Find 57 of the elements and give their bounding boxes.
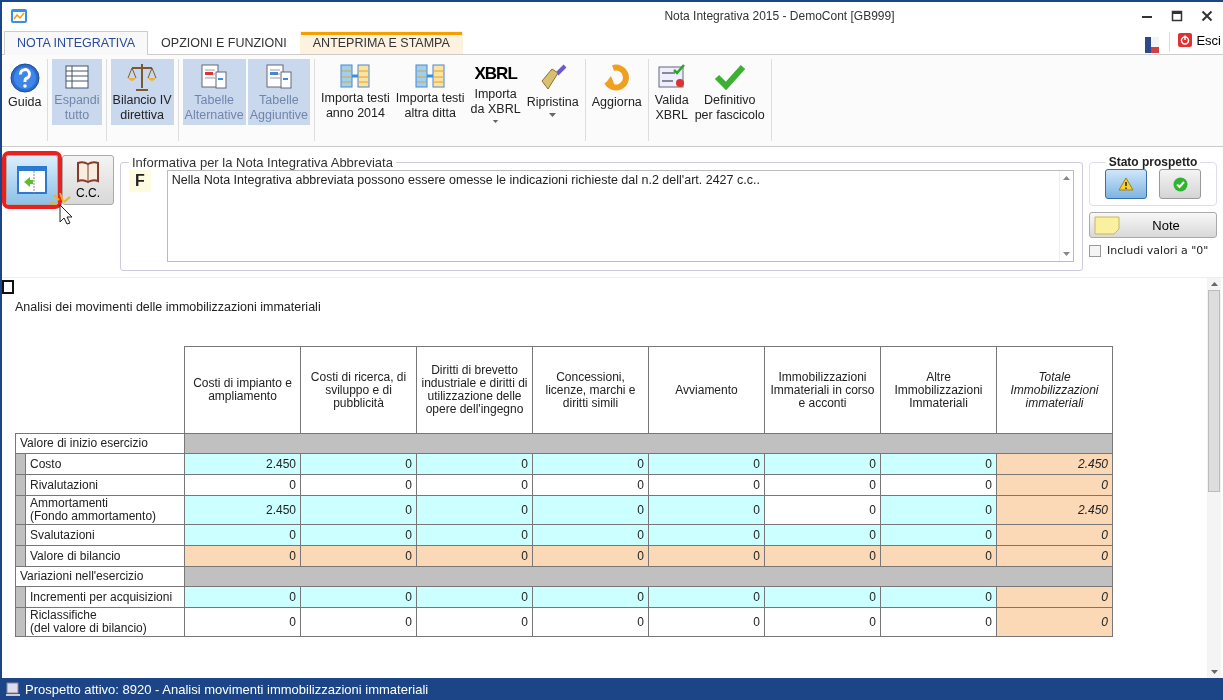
row-label: Svalutazioni: [25, 524, 185, 546]
panel-button[interactable]: C.C.: [62, 155, 114, 205]
row-label: Riclassifiche (del valore di bilancio): [25, 607, 185, 637]
table-cell[interactable]: 2.450: [184, 495, 301, 525]
text-area[interactable]: Nella Nota Integrativa abbreviata possono essere omesse le indicazioni richieste dal n.2 dell'art. 2427 c.c..: [166, 170, 1074, 262]
ribbon-tab[interactable]: OPZIONI E FUNZIONI: [148, 31, 300, 54]
table-cell[interactable]: 0: [300, 495, 417, 525]
row-label: Ammortamenti (Fondo ammortamento): [25, 495, 185, 525]
exit-button[interactable]: Esci: [1178, 32, 1223, 52]
table-cell[interactable]: 0: [764, 607, 881, 637]
column-header: Costi di impianto e ampliamento: [184, 346, 301, 434]
row-label: Valore di bilancio: [25, 545, 185, 567]
table-cell[interactable]: 0: [648, 495, 765, 525]
ribbon-button[interactable]: Importa testi anno 2014: [319, 59, 392, 125]
column-header: Costi di ricerca, di sviluppo e di pubblicità: [300, 346, 417, 434]
table-cell[interactable]: 0: [532, 495, 649, 525]
table-cell[interactable]: 0: [184, 607, 301, 637]
table-cell[interactable]: 0: [764, 495, 881, 525]
row-label: Rivalutazioni: [25, 474, 185, 496]
table-cell[interactable]: 0: [996, 607, 1113, 637]
checkbox-label: Includi valori a "0": [1107, 244, 1209, 257]
table-caption: Analisi dei movimenti delle immobilizzazioni immateriali: [15, 300, 322, 316]
group-legend: Stato prospetto: [1105, 155, 1201, 169]
table-cell[interactable]: 2.450: [996, 495, 1113, 525]
table-cell[interactable]: 0: [532, 607, 649, 637]
ribbon-button[interactable]: XBRL Importa da XBRL: [468, 59, 523, 125]
table-cell[interactable]: 0: [416, 607, 533, 637]
table-cell[interactable]: 0: [880, 495, 997, 525]
column-header: Immobilizzazioni Immateriali in corso e acconti: [764, 346, 881, 434]
table-cell[interactable]: 0: [416, 495, 533, 525]
table-cell[interactable]: 0: [300, 607, 417, 637]
column-header: Concessioni, licenze, marchi e diritti simili: [532, 346, 649, 434]
ribbon-button[interactable]: Definitivo per fascicolo: [692, 59, 767, 125]
ribbon-button[interactable]: Importa testi altra ditta: [393, 59, 467, 125]
ribbon-button[interactable]: Bilancio IV direttiva: [110, 59, 174, 125]
note-button[interactable]: Note: [1089, 212, 1217, 238]
ribbon-tab[interactable]: NOTA INTEGRATIVA: [4, 31, 149, 55]
column-header: Totale Immobilizzazioni immateriali: [996, 346, 1113, 434]
type-badge: F: [129, 170, 151, 192]
section-label: Valore di inizio esercizio: [15, 433, 185, 454]
row-label: Incrementi per acquisizioni: [25, 586, 185, 608]
column-header: Diritti di brevetto industriale e diritti di utilizzazione delle opere dell'ingegno: [416, 346, 533, 434]
ribbon-button[interactable]: Aggiorna: [589, 59, 644, 125]
ribbon-tab[interactable]: ANTEPRIMA E STAMPA: [299, 31, 463, 54]
column-header: Altre Immobilizzazioni Immateriali: [880, 346, 997, 434]
panel-legend: Informativa per la Nota Integrativa Abbreviata: [129, 155, 396, 170]
section-label: Variazioni nell'esercizio: [15, 566, 185, 587]
table-cell[interactable]: 0: [880, 607, 997, 637]
column-header: Avviamento: [648, 346, 765, 434]
xbrl-logo: XBRL: [474, 62, 517, 85]
ribbon-button[interactable]: Guida: [6, 59, 44, 125]
row-label: Costo: [25, 453, 185, 475]
ribbon-button[interactable]: Valida XBRL: [652, 59, 691, 125]
window-title: Nota Integrativa 2015 - DemoCont [GB999]: [664, 9, 895, 23]
status-text: Prospetto attivo: 8920 - Analisi movimenti immobilizzazioni immateriali: [25, 681, 429, 697]
ribbon-button[interactable]: Ripristina: [524, 59, 581, 125]
table-cell[interactable]: 0: [648, 607, 765, 637]
